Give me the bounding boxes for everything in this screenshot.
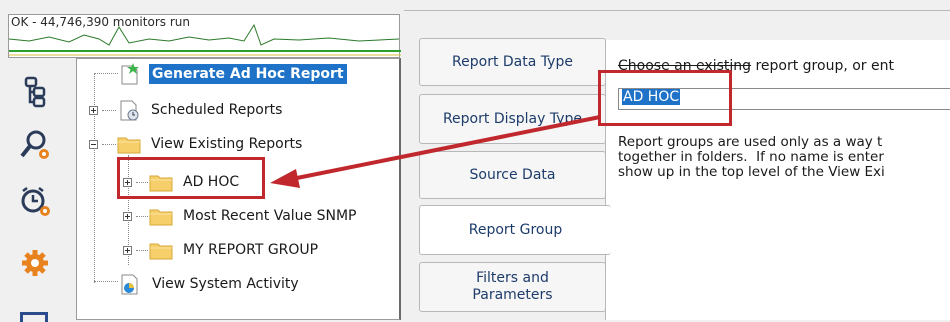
- tree-item-generate-ad-hoc-report[interactable]: Generate Ad Hoc Report: [117, 61, 347, 87]
- tree-item-label: Scheduled Reports: [151, 102, 283, 118]
- expand-icon[interactable]: [123, 211, 132, 221]
- gear-icon[interactable]: [18, 246, 52, 280]
- tree-item-label: Most Recent Value SNMP: [183, 208, 357, 224]
- tree-item-label: MY REPORT GROUP: [183, 242, 319, 258]
- tab-source-data[interactable]: Source Data: [419, 151, 606, 199]
- report-group-help-text: Report groups are used only as a way t t…: [618, 134, 885, 180]
- scheduled-document-icon: [120, 100, 139, 121]
- folder-icon: [149, 243, 173, 260]
- hierarchy-icon[interactable]: [18, 74, 52, 108]
- tree-guide-line: [94, 281, 118, 282]
- sidebar-icon-strip: [0, 60, 72, 322]
- folder-icon: [117, 137, 141, 154]
- status-graph: OK - 44,746,390 monitors run: [8, 14, 401, 58]
- tab-report-display-type[interactable]: Report Display Type: [419, 94, 606, 144]
- activity-icon: [121, 274, 138, 295]
- tree-item-view-system-activity[interactable]: View System Activity: [117, 271, 302, 297]
- folder-icon: [149, 209, 173, 226]
- alarm-clock-gear-icon[interactable]: [18, 184, 52, 218]
- tree-item-label: Generate Ad Hoc Report: [149, 64, 347, 84]
- window-icon[interactable]: [20, 312, 48, 322]
- tree-item-most-recent-value-snmp[interactable]: Most Recent Value SNMP: [123, 203, 360, 229]
- magnify-gear-icon[interactable]: [18, 128, 52, 162]
- annotation-highlight-ad-hoc-folder: [117, 157, 265, 199]
- tree-item-scheduled-reports[interactable]: Scheduled Reports: [89, 97, 285, 123]
- tab-filters-and-parameters[interactable]: Filters and Parameters: [419, 262, 606, 312]
- expand-icon[interactable]: [123, 245, 132, 255]
- collapse-icon[interactable]: [89, 139, 98, 149]
- tab-report-data-type[interactable]: Report Data Type: [419, 38, 606, 86]
- tree-item-label: View System Activity: [152, 276, 299, 292]
- tab-report-group[interactable]: Report Group: [419, 205, 611, 255]
- tree-guide-line: [94, 73, 118, 74]
- status-text: OK - 44,746,390 monitors run: [11, 15, 190, 29]
- tree-item-label: View Existing Reports: [151, 136, 303, 152]
- tree-item-my-report-group[interactable]: MY REPORT GROUP: [123, 237, 321, 263]
- panel-divider: [404, 10, 950, 11]
- annotation-highlight-group-input: [598, 70, 732, 126]
- expand-icon[interactable]: [89, 105, 98, 115]
- document-new-icon: [121, 63, 139, 85]
- tree-item-view-existing-reports[interactable]: View Existing Reports: [89, 131, 305, 157]
